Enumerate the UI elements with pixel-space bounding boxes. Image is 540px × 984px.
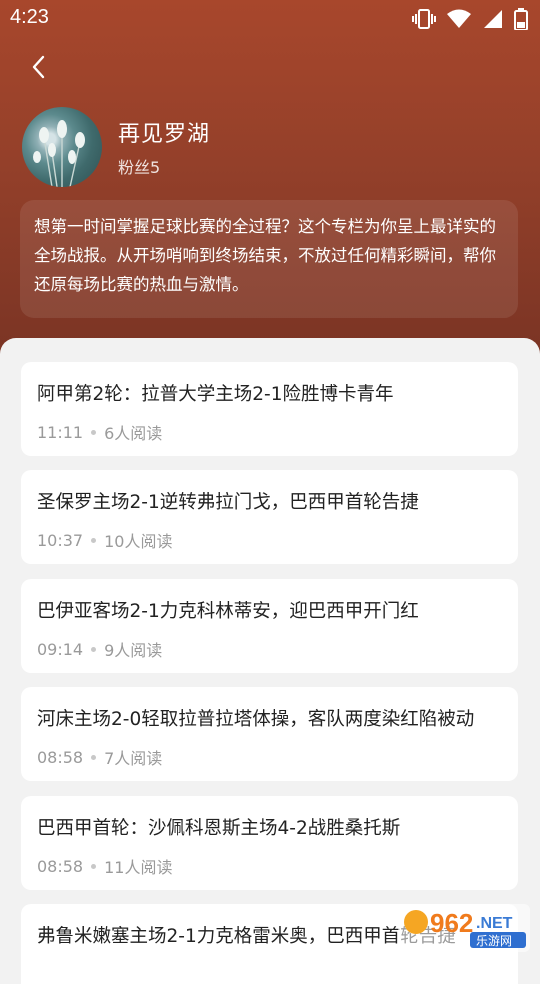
battery-icon bbox=[514, 8, 528, 30]
column-description: 想第一时间掌握足球比赛的全过程？这个专栏为你呈上最详实的全场战报。从开场哨响到终… bbox=[20, 200, 518, 318]
fans-count: 粉丝5 bbox=[118, 158, 161, 177]
article-card[interactable]: 圣保罗主场2-1逆转弗拉门戈，巴西甲首轮告捷 10:37 10人阅读 bbox=[21, 470, 518, 564]
svg-text:乐游网: 乐游网 bbox=[476, 934, 512, 948]
separator-dot bbox=[91, 429, 97, 435]
article-time: 09:14 bbox=[37, 639, 84, 659]
svg-text:962: 962 bbox=[430, 908, 473, 938]
article-meta: 10:37 10人阅读 bbox=[37, 528, 172, 552]
article-time: 11:11 bbox=[37, 422, 84, 442]
article-card[interactable]: 巴西甲首轮：沙佩科恩斯主场4-2战胜桑托斯 08:58 11人阅读 bbox=[21, 796, 518, 890]
article-title: 弗鲁米嫩塞主场2-1力克格雷米奥，巴西甲首轮告捷 bbox=[37, 926, 456, 947]
article-meta: 08:58 7人阅读 bbox=[37, 745, 162, 769]
article-reads: 10人阅读 bbox=[104, 532, 173, 551]
article-card[interactable]: 巴伊亚客场2-1力克科林蒂安，迎巴西甲开门红 09:14 9人阅读 bbox=[21, 579, 518, 673]
status-bar: 4:23 bbox=[0, 0, 540, 38]
separator-dot bbox=[91, 537, 97, 543]
author-name: 再见罗湖 bbox=[118, 122, 211, 147]
avatar-image bbox=[33, 120, 85, 187]
watermark-logo: 962 .NET 乐游网 bbox=[396, 900, 534, 956]
article-reads: 6人阅读 bbox=[104, 424, 163, 443]
article-meta: 08:58 11人阅读 bbox=[37, 854, 172, 878]
avatar[interactable] bbox=[22, 107, 102, 187]
article-title: 巴西甲首轮：沙佩科恩斯主场4-2战胜桑托斯 bbox=[37, 818, 401, 839]
article-list: 阿甲第2轮：拉普大学主场2-1险胜博卡青年 11:11 6人阅读 圣保罗主场2-1… bbox=[0, 338, 540, 984]
article-card[interactable]: 河床主场2-0轻取拉普拉塔体操，客队两度染红陷被动 08:58 7人阅读 bbox=[21, 687, 518, 781]
signal-icon bbox=[484, 10, 502, 28]
article-title: 阿甲第2轮：拉普大学主场2-1险胜博卡青年 bbox=[37, 384, 394, 405]
article-time: 10:37 bbox=[37, 530, 84, 550]
article-time: 08:58 bbox=[37, 856, 84, 876]
separator-dot bbox=[91, 646, 97, 652]
status-time: 4:23 bbox=[10, 6, 49, 28]
vibrate-icon bbox=[412, 9, 436, 29]
wifi-icon bbox=[447, 9, 471, 28]
separator-dot bbox=[91, 754, 97, 760]
article-title: 河床主场2-0轻取拉普拉塔体操，客队两度染红陷被动 bbox=[37, 709, 475, 730]
article-time: 08:58 bbox=[37, 747, 84, 767]
article-reads: 9人阅读 bbox=[104, 641, 163, 660]
profile-header: 4:23 再见罗湖 粉丝5 想第一时间掌握足球比赛的全过程？这个专栏为你呈上最详… bbox=[0, 0, 540, 360]
status-icons bbox=[412, 8, 528, 30]
article-meta: 11:11 6人阅读 bbox=[37, 420, 162, 444]
article-meta: 09:14 9人阅读 bbox=[37, 637, 162, 661]
article-title: 圣保罗主场2-1逆转弗拉门戈，巴西甲首轮告捷 bbox=[37, 492, 419, 513]
chevron-left-icon bbox=[32, 55, 45, 79]
back-button[interactable] bbox=[24, 52, 54, 82]
article-reads: 11人阅读 bbox=[104, 858, 173, 877]
article-card[interactable]: 阿甲第2轮：拉普大学主场2-1险胜博卡青年 11:11 6人阅读 bbox=[21, 362, 518, 456]
article-reads: 7人阅读 bbox=[104, 749, 163, 768]
separator-dot bbox=[91, 863, 97, 869]
article-title: 巴伊亚客场2-1力克科林蒂安，迎巴西甲开门红 bbox=[37, 601, 419, 622]
svg-text:.NET: .NET bbox=[476, 915, 513, 932]
